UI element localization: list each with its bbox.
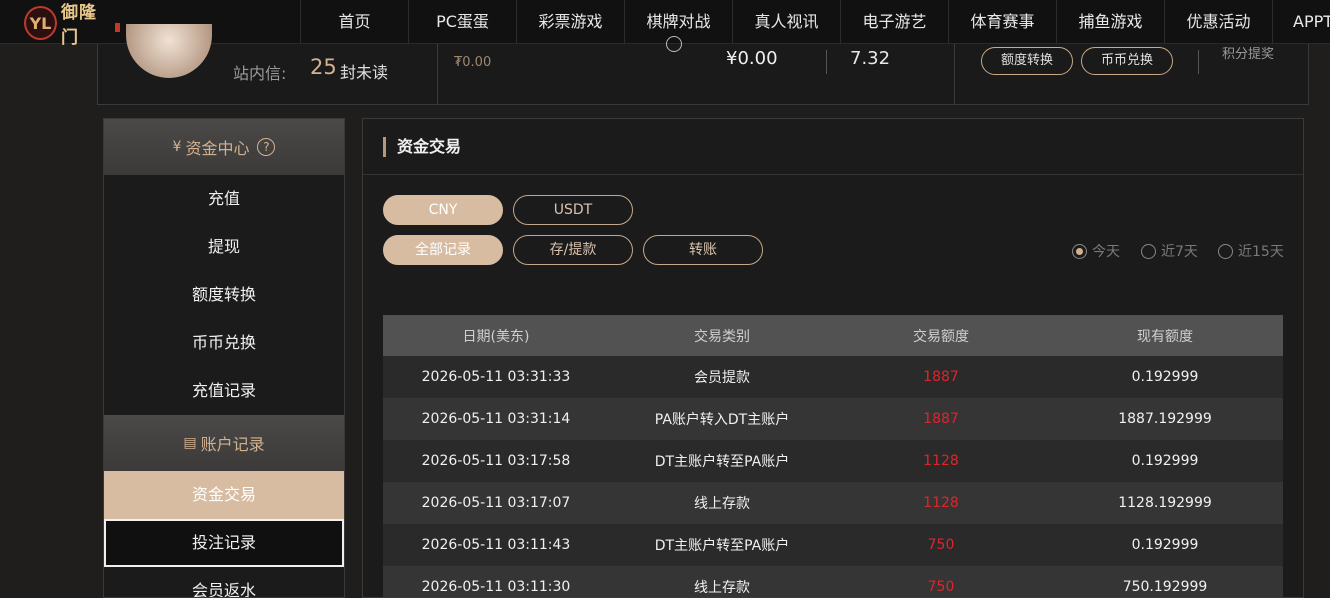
- row-type: DT主账户转至PA账户: [609, 440, 835, 482]
- sidebar-item-exchange[interactable]: 币币兑换: [104, 319, 344, 367]
- row-type: 线上存款: [609, 566, 835, 597]
- nav-item-pc-egg[interactable]: PC蛋蛋: [408, 0, 516, 44]
- info-icon[interactable]: [666, 36, 682, 52]
- radio-icon: [1141, 243, 1156, 259]
- column-date: 日期(美东): [383, 315, 609, 356]
- row-amount: 1128: [835, 440, 1047, 482]
- logo-mark: YL: [24, 6, 57, 40]
- points-value: 7.32: [850, 48, 891, 69]
- message-unit: 封未读: [340, 63, 389, 82]
- sidebar-item-deposit-records[interactable]: 充值记录: [104, 367, 344, 415]
- row-amount: 750: [835, 566, 1047, 597]
- row-type: PA账户转入DT主账户: [609, 398, 835, 440]
- panel-title-text: 资金交易: [397, 137, 462, 156]
- nav-item-sports[interactable]: 体育赛事: [948, 0, 1056, 44]
- message-count[interactable]: 25: [310, 55, 337, 79]
- yen-coin-icon: ¥: [172, 139, 182, 155]
- row-date: 2026-05-11 03:11:43: [383, 524, 609, 566]
- nav-item-home[interactable]: 首页: [300, 0, 408, 44]
- sidebar-item-bet-records[interactable]: 投注记录: [104, 519, 344, 567]
- range-7-days-label: 近7天: [1161, 244, 1198, 260]
- points-reward-link[interactable]: 积分提奖: [1222, 43, 1274, 62]
- nav-item-lottery[interactable]: 彩票游戏: [516, 0, 624, 44]
- row-date: 2026-05-11 03:11:30: [383, 566, 609, 597]
- nav-item-live-casino[interactable]: 真人视讯: [732, 0, 840, 44]
- divider: [1198, 50, 1199, 74]
- column-amount: 交易额度: [835, 315, 1047, 356]
- row-balance: 750.192999: [1047, 566, 1283, 597]
- sidebar-item-deposit[interactable]: 充值: [104, 175, 344, 223]
- tab-usdt[interactable]: USDT: [513, 195, 633, 225]
- radio-icon: [1072, 243, 1087, 259]
- document-icon: ▤: [183, 435, 197, 451]
- row-balance: 0.192999: [1047, 356, 1283, 398]
- row-amount: 1887: [835, 356, 1047, 398]
- row-amount: 750: [835, 524, 1047, 566]
- row-date: 2026-05-11 03:17:58: [383, 440, 609, 482]
- fund-transactions-panel: 资金交易 CNY USDT 全部记录 存/提款 转账 今天 近7天 近15天 日…: [362, 118, 1304, 598]
- avatar[interactable]: [126, 24, 212, 78]
- user-info-strip: 站内信: 25 封未读 ₮0.00 ¥0.00 7.32 额度转换 币币兑换 积…: [97, 24, 1309, 105]
- usdt-balance: ₮0.00: [454, 55, 492, 70]
- divider: [437, 44, 438, 104]
- row-date: 2026-05-11 03:31:33: [383, 356, 609, 398]
- panel-title: 资金交易: [363, 119, 1303, 175]
- row-date: 2026-05-11 03:17:07: [383, 482, 609, 524]
- tab-deposit-withdraw[interactable]: 存/提款: [513, 235, 633, 265]
- divider: [826, 50, 827, 74]
- range-15-days-label: 近15天: [1238, 244, 1284, 260]
- logo-text: 御隆门: [60, 3, 97, 48]
- account-records-header: ▤ 账户记录: [104, 415, 344, 471]
- row-date: 2026-05-11 03:31:14: [383, 398, 609, 440]
- row-balance: 1128.192999: [1047, 482, 1283, 524]
- row-type: 会员提款: [609, 356, 835, 398]
- nav-item-promotions[interactable]: 优惠活动: [1164, 0, 1272, 44]
- exchange-button[interactable]: 币币兑换: [1081, 47, 1173, 75]
- account-records-title: 账户记录: [200, 435, 265, 454]
- message-label: 站内信:: [233, 64, 287, 83]
- nav-item-slots[interactable]: 电子游艺: [840, 0, 948, 44]
- column-type: 交易类别: [609, 315, 835, 356]
- table-row: 2026-05-11 03:31:14 PA账户转入DT主账户 1887 188…: [383, 398, 1283, 440]
- row-amount: 1887: [835, 398, 1047, 440]
- fund-center-title: 资金中心: [185, 139, 250, 158]
- row-amount: 1128: [835, 482, 1047, 524]
- sidebar-item-rebate[interactable]: 会员返水: [104, 567, 344, 597]
- nav-item-app[interactable]: APPT: [1272, 0, 1330, 44]
- table-row: 2026-05-11 03:31:33 会员提款 1887 0.192999: [383, 356, 1283, 398]
- tab-all-records[interactable]: 全部记录: [383, 235, 503, 265]
- row-balance: 1887.192999: [1047, 398, 1283, 440]
- row-balance: 0.192999: [1047, 440, 1283, 482]
- logo-dot: [115, 22, 120, 32]
- nav-item-fishing[interactable]: 捕鱼游戏: [1056, 0, 1164, 44]
- brand-logo[interactable]: YL 御隆门: [24, 3, 120, 48]
- sidebar-item-transfer[interactable]: 额度转换: [104, 271, 344, 319]
- column-balance: 现有额度: [1047, 315, 1283, 356]
- transfer-button[interactable]: 额度转换: [981, 47, 1073, 75]
- row-balance: 0.192999: [1047, 524, 1283, 566]
- tab-transfer[interactable]: 转账: [643, 235, 763, 265]
- radio-icon: [1218, 243, 1233, 259]
- divider: [954, 44, 955, 104]
- tab-cny[interactable]: CNY: [383, 195, 503, 225]
- help-icon[interactable]: ?: [257, 138, 276, 156]
- range-today-label: 今天: [1092, 244, 1120, 260]
- table-row: 2026-05-11 03:17:58 DT主账户转至PA账户 1128 0.1…: [383, 440, 1283, 482]
- table-row: 2026-05-11 03:11:43 DT主账户转至PA账户 750 0.19…: [383, 524, 1283, 566]
- table-header-row: 日期(美东) 交易类别 交易额度 现有额度: [383, 315, 1283, 356]
- sidebar-item-fund-transactions[interactable]: 资金交易: [104, 471, 344, 519]
- table-row: 2026-05-11 03:11:30 线上存款 750 750.192999: [383, 566, 1283, 597]
- transactions-table: 日期(美东) 交易类别 交易额度 现有额度 2026-05-11 03:31:3…: [383, 315, 1283, 597]
- row-type: 线上存款: [609, 482, 835, 524]
- wallet-balance: ¥0.00: [726, 48, 778, 69]
- fund-center-header: ¥ 资金中心 ?: [104, 119, 344, 175]
- range-7-days[interactable]: 近7天: [1141, 241, 1198, 261]
- sidebar: ¥ 资金中心 ? 充值 提现 额度转换 币币兑换 充值记录 ▤ 账户记录 资金交…: [103, 118, 345, 598]
- nav-menu: 首页 PC蛋蛋 彩票游戏 棋牌对战 真人视讯 电子游艺 体育赛事 捕鱼游戏 优惠…: [300, 0, 1330, 44]
- sidebar-item-withdraw[interactable]: 提现: [104, 223, 344, 271]
- table-row: 2026-05-11 03:17:07 线上存款 1128 1128.19299…: [383, 482, 1283, 524]
- row-type: DT主账户转至PA账户: [609, 524, 835, 566]
- range-today[interactable]: 今天: [1072, 241, 1120, 261]
- range-15-days[interactable]: 近15天: [1218, 241, 1284, 261]
